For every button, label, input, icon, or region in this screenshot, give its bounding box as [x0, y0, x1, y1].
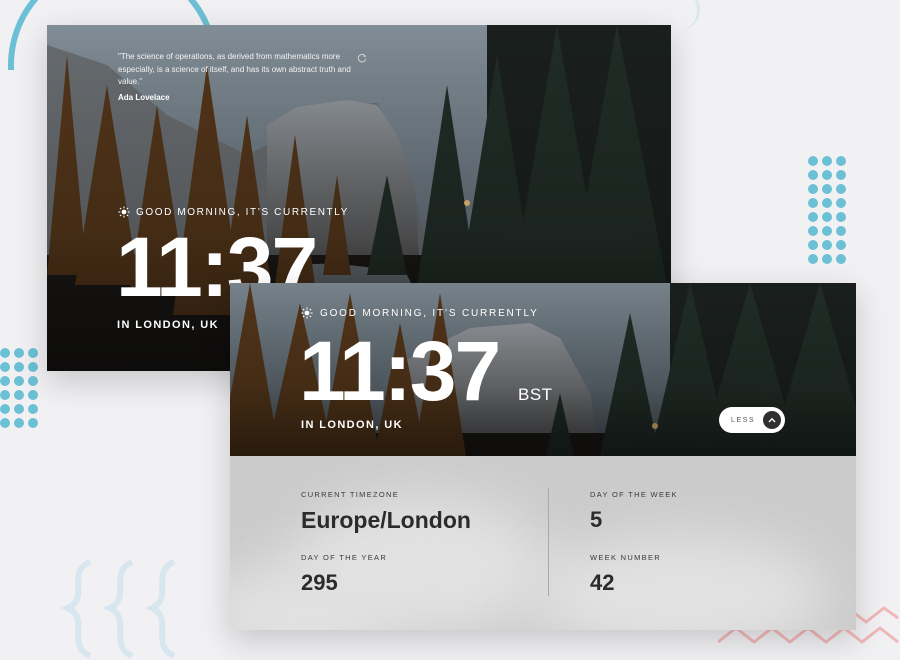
week-number-stat: WEEK NUMBER 42	[590, 553, 661, 596]
refresh-icon[interactable]	[357, 53, 367, 63]
timezone-value: Europe/London	[301, 507, 471, 533]
divider	[548, 488, 549, 596]
chevron-up-icon	[763, 411, 781, 429]
day-of-week-value: 5	[590, 507, 603, 532]
timezone-abbreviation: BST	[518, 385, 553, 404]
timezone-stat: CURRENT TIMEZONE Europe/London	[301, 490, 471, 534]
timezone-label: CURRENT TIMEZONE	[301, 490, 400, 499]
toggle-label: LESS	[731, 416, 756, 424]
day-of-week-label: DAY OF THE WEEK	[590, 490, 678, 499]
hero-section: GOOD MORNING, IT’S CURRENTLY 11:37 BST I…	[230, 283, 856, 456]
sun-icon	[301, 307, 313, 319]
decorative-braces	[60, 559, 176, 659]
day-of-year-label: DAY OF THE YEAR	[301, 553, 388, 562]
greeting: GOOD MORNING, IT’S CURRENTLY	[301, 307, 539, 319]
greeting-text: GOOD MORNING, IT’S CURRENTLY	[136, 206, 349, 218]
current-time: 11:37	[299, 324, 501, 418]
week-number-label: WEEK NUMBER	[590, 553, 661, 562]
clock-card-expanded: GOOD MORNING, IT’S CURRENTLY 11:37 BST I…	[230, 283, 856, 630]
decorative-dots	[808, 156, 846, 264]
day-of-year-value: 295	[301, 570, 338, 595]
quote-author: Ada Lovelace	[118, 93, 170, 102]
week-number-value: 42	[590, 570, 615, 595]
decorative-dots	[0, 348, 38, 428]
location-text: IN LONDON, UK	[117, 319, 219, 331]
less-toggle-button[interactable]: LESS	[719, 407, 785, 433]
day-of-year-stat: DAY OF THE YEAR 295	[301, 553, 387, 596]
day-of-week-stat: DAY OF THE WEEK 5	[590, 490, 678, 533]
location-text: IN LONDON, UK	[301, 419, 403, 431]
quote-text: "The science of operations, as derived f…	[118, 52, 351, 86]
details-panel: CURRENT TIMEZONE Europe/London DAY OF TH…	[230, 456, 856, 630]
greeting-text: GOOD MORNING, IT’S CURRENTLY	[320, 307, 539, 319]
